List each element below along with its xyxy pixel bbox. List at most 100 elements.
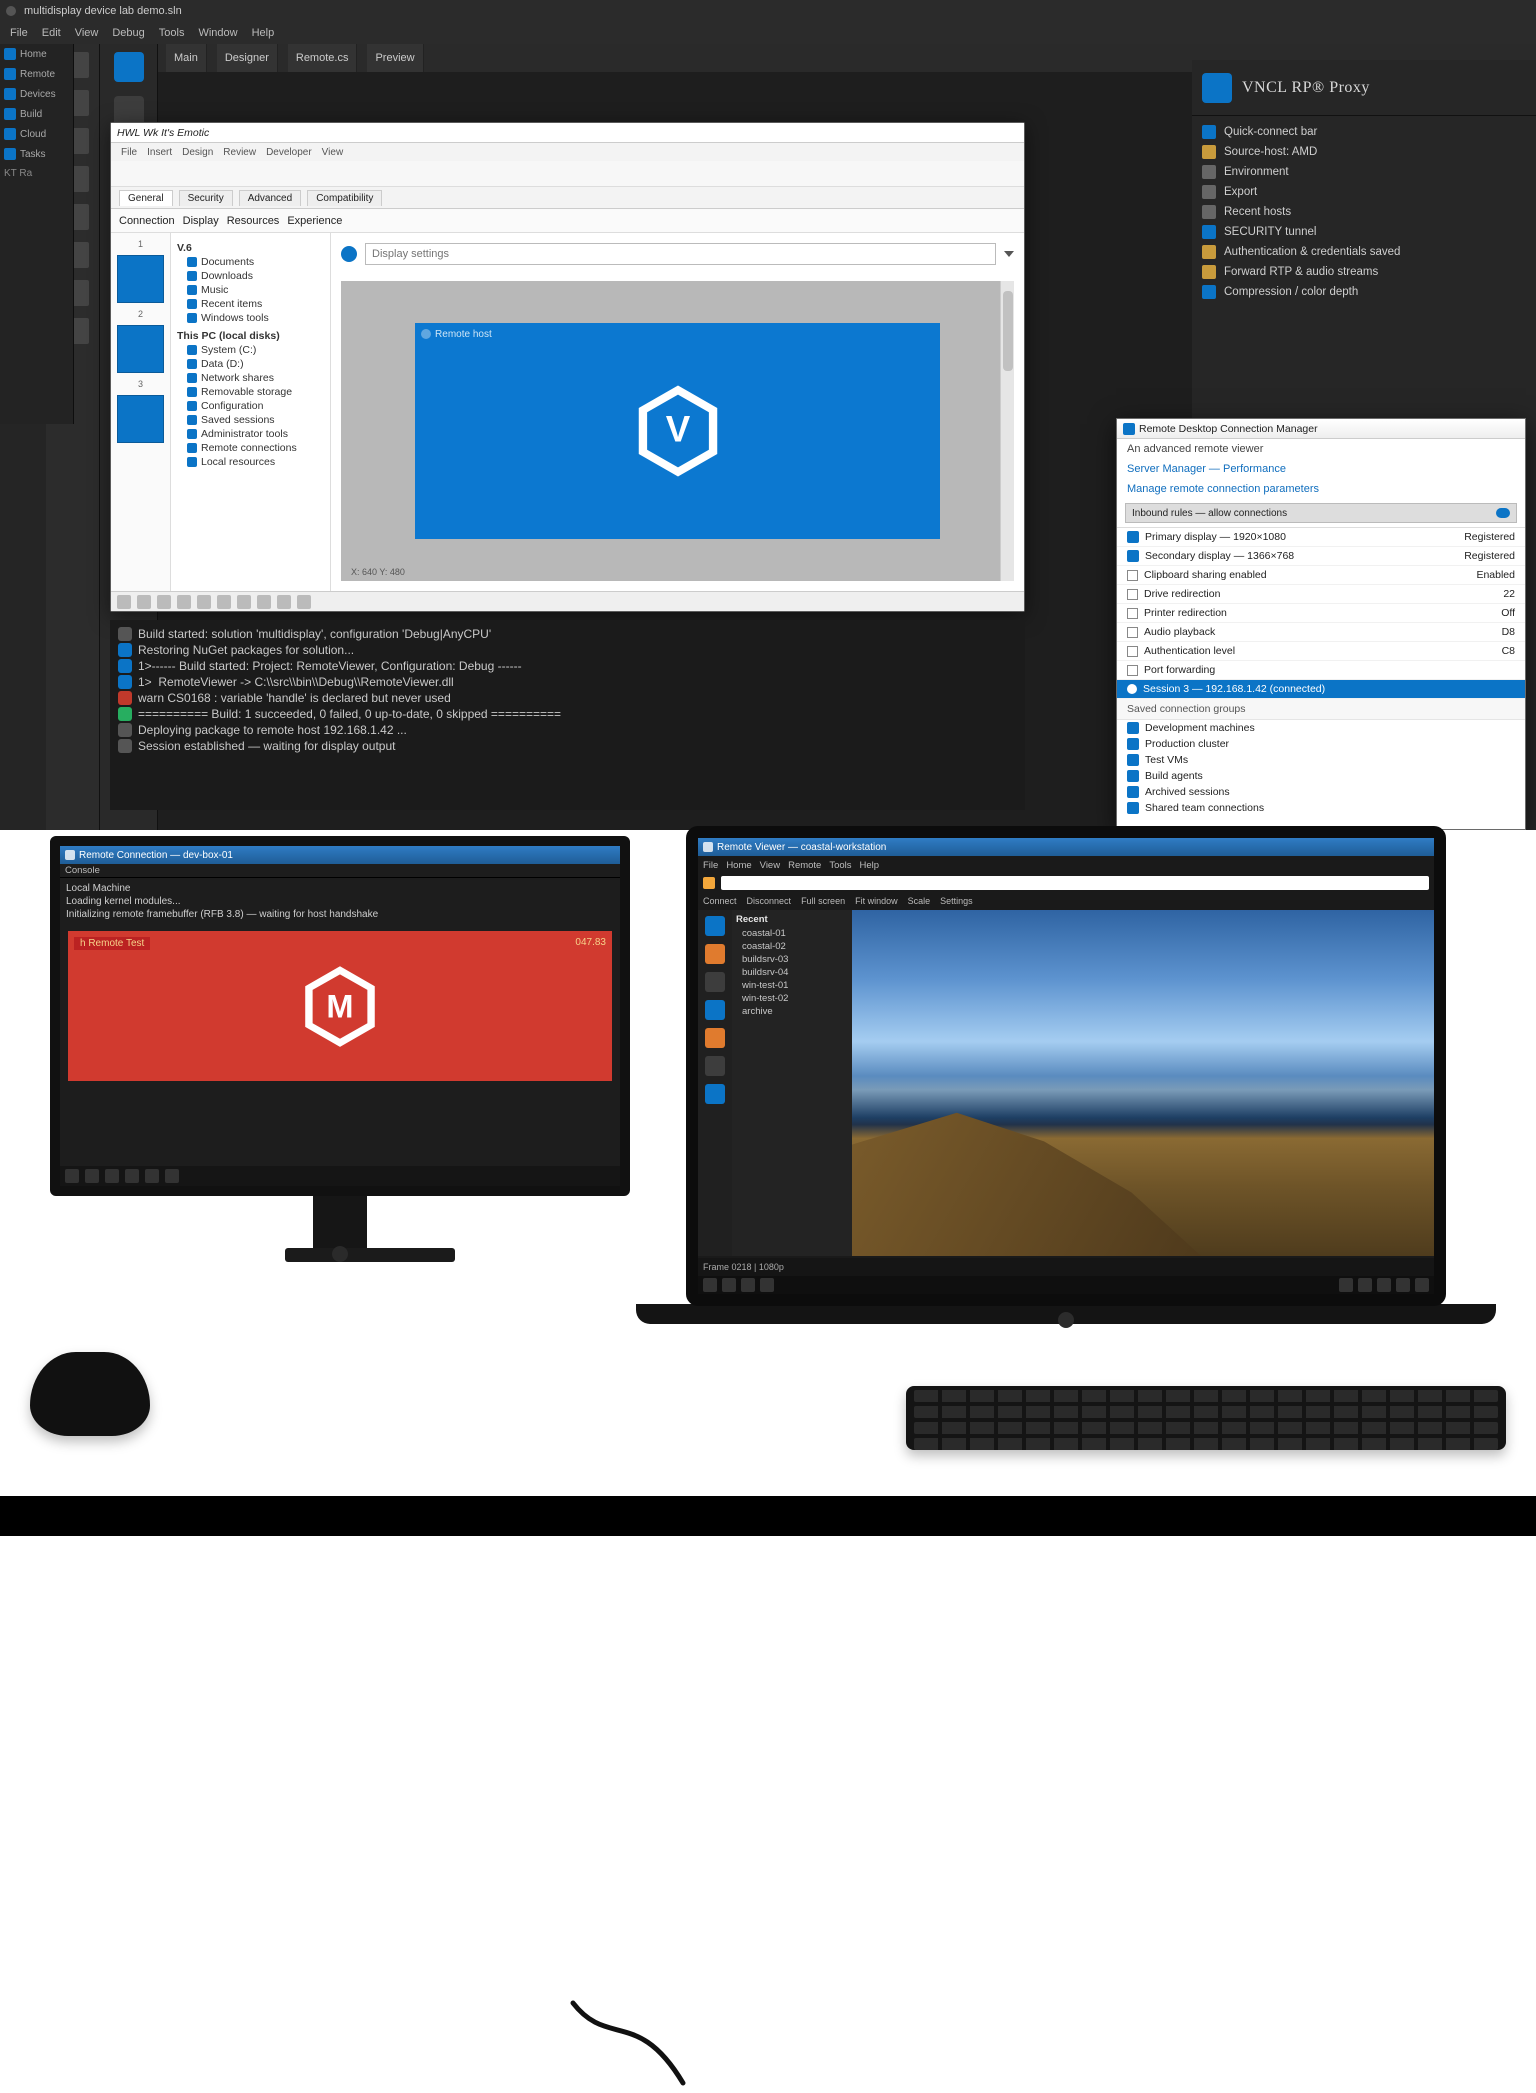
- table-row[interactable]: Audio playbackD8: [1117, 623, 1525, 642]
- tray-item[interactable]: [1358, 1278, 1372, 1292]
- laptop-titlebar[interactable]: Remote Viewer — coastal-workstation: [698, 838, 1434, 856]
- rdwin-subtitle2[interactable]: Server Manager — Performance: [1117, 459, 1525, 479]
- tree-item[interactable]: System (C:): [177, 343, 324, 357]
- filelist-item[interactable]: coastal-01: [736, 927, 848, 940]
- tab-designer[interactable]: Designer: [217, 44, 278, 72]
- menu-item[interactable]: Remote: [788, 860, 821, 871]
- tab-main[interactable]: Main: [166, 44, 207, 72]
- table-row[interactable]: Drive redirection22: [1117, 585, 1525, 604]
- taskbar-item[interactable]: [125, 1169, 139, 1183]
- filelist-item[interactable]: win-test-01: [736, 979, 848, 992]
- vnc-row[interactable]: Compression / color depth: [1196, 282, 1532, 302]
- tree-item[interactable]: Downloads: [177, 269, 324, 283]
- toolbar2-item[interactable]: Resources: [227, 215, 280, 227]
- taskbar-item[interactable]: [703, 1278, 717, 1292]
- laptop-screen[interactable]: Remote Viewer — coastal-workstation File…: [698, 838, 1434, 1294]
- laptop-urlbar[interactable]: [698, 874, 1434, 892]
- monitor-titlebar[interactable]: Remote Connection — dev-box-01: [60, 846, 620, 864]
- menu-tools[interactable]: Tools: [159, 27, 185, 39]
- table-row[interactable]: Primary display — 1920×1080Registered: [1117, 528, 1525, 547]
- ide-menubar[interactable]: File Edit View Debug Tools Window Help: [0, 22, 1536, 44]
- checkbox[interactable]: [1127, 627, 1138, 638]
- table-row[interactable]: Printer redirectionOff: [1117, 604, 1525, 623]
- vnc-row[interactable]: Source-host: AMD: [1196, 142, 1532, 162]
- menu-item[interactable]: Tools: [829, 860, 851, 871]
- ide-output-panel[interactable]: Build started: solution 'multidisplay', …: [110, 620, 1025, 810]
- vertical-scrollbar[interactable]: [1000, 281, 1014, 581]
- taskbar-item[interactable]: [165, 1169, 179, 1183]
- vnc-row[interactable]: Quick-connect bar: [1196, 122, 1532, 142]
- winapp-page-thumbs[interactable]: 1 2 3: [111, 233, 171, 591]
- ribbon-tab[interactable]: Insert: [147, 147, 172, 158]
- vnc-row[interactable]: Environment: [1196, 162, 1532, 182]
- status-icon[interactable]: [297, 595, 311, 609]
- status-icon[interactable]: [157, 595, 171, 609]
- toolbar2-item[interactable]: Connection: [119, 215, 175, 227]
- app-icon[interactable]: [705, 944, 725, 964]
- leftlist-item[interactable]: Build: [0, 104, 73, 124]
- taskbar-item[interactable]: [85, 1169, 99, 1183]
- menu-item[interactable]: Help: [860, 860, 880, 871]
- app-icon[interactable]: [114, 52, 144, 82]
- ribbon-tab[interactable]: View: [322, 147, 344, 158]
- vnc-row[interactable]: SECURITY tunnel: [1196, 222, 1532, 242]
- laptop-menubar[interactable]: File Home View Remote Tools Help: [698, 856, 1434, 874]
- monitor-taskbar[interactable]: [60, 1166, 620, 1186]
- table-row[interactable]: Clipboard sharing enabledEnabled: [1117, 566, 1525, 585]
- quick-tab[interactable]: Advanced: [239, 190, 301, 206]
- checkbox[interactable]: [1127, 608, 1138, 619]
- leftlist-item[interactable]: Cloud: [0, 124, 73, 144]
- ribbon-item[interactable]: Fit window: [855, 896, 898, 906]
- tree-item[interactable]: Remote connections: [177, 441, 324, 455]
- vnc-row[interactable]: Recent hosts: [1196, 202, 1532, 222]
- toolbar2-item[interactable]: Experience: [287, 215, 342, 227]
- ribbon-item[interactable]: Full screen: [801, 896, 845, 906]
- ribbon-tab[interactable]: Developer: [266, 147, 312, 158]
- taskbar-item[interactable]: [760, 1278, 774, 1292]
- vnc-row[interactable]: Export: [1196, 182, 1532, 202]
- ribbon-tab[interactable]: File: [121, 147, 137, 158]
- tree-item[interactable]: Windows tools: [177, 311, 324, 325]
- table-row[interactable]: Authentication levelC8: [1117, 642, 1525, 661]
- laptop-taskbar[interactable]: [698, 1276, 1434, 1294]
- checkbox[interactable]: [1127, 665, 1138, 676]
- menu-item[interactable]: Home: [726, 860, 751, 871]
- monitor-screen[interactable]: Remote Connection — dev-box-01 Console L…: [60, 846, 620, 1186]
- tree-item[interactable]: Data (D:): [177, 357, 324, 371]
- laptop-filelist[interactable]: Recent coastal-01 coastal-02 buildsrv-03…: [732, 910, 852, 1256]
- checkbox[interactable]: [1127, 646, 1138, 657]
- winapp-preview[interactable]: Remote host V X: 640 Y: 480: [341, 281, 1014, 581]
- tree-item[interactable]: Removable storage: [177, 385, 324, 399]
- toolbar2-item[interactable]: Display: [183, 215, 219, 227]
- laptop-iconcol[interactable]: [698, 910, 732, 1256]
- winapp-toolbar2[interactable]: Connection Display Resources Experience: [111, 209, 1024, 233]
- taskbar-item[interactable]: [65, 1169, 79, 1183]
- chevron-down-icon[interactable]: [1004, 251, 1014, 257]
- laptop-viewport[interactable]: [852, 910, 1434, 1256]
- menu-edit[interactable]: Edit: [42, 27, 61, 39]
- ide-titlebar[interactable]: multidisplay device lab demo.sln: [0, 0, 1536, 22]
- status-icon[interactable]: [217, 595, 231, 609]
- menu-file[interactable]: File: [10, 27, 28, 39]
- table-row-active[interactable]: Session 3 — 192.168.1.42 (connected): [1117, 680, 1525, 699]
- tree-item[interactable]: Saved sessions: [177, 413, 324, 427]
- tree-item[interactable]: Recent items: [177, 297, 324, 311]
- leftlist-item[interactable]: Remote: [0, 64, 73, 84]
- filelist-item[interactable]: buildsrv-04: [736, 966, 848, 979]
- status-icon[interactable]: [257, 595, 271, 609]
- ribbon-item[interactable]: Settings: [940, 896, 973, 906]
- scrollbar-thumb[interactable]: [1003, 291, 1013, 371]
- vnc-row[interactable]: Authentication & credentials saved: [1196, 242, 1532, 262]
- tree-item[interactable]: Configuration: [177, 399, 324, 413]
- rdwin-selector[interactable]: Inbound rules — allow connections: [1125, 503, 1517, 523]
- status-icon[interactable]: [137, 595, 151, 609]
- winapp-ribbon-tabs[interactable]: File Insert Design Review Developer View: [111, 143, 1024, 161]
- app-icon[interactable]: [705, 1028, 725, 1048]
- rdwin-subitem[interactable]: Shared team connections: [1117, 800, 1525, 816]
- app-icon[interactable]: [705, 1084, 725, 1104]
- rdwin-subitem[interactable]: Development machines: [1117, 720, 1525, 736]
- winapp-ribbon[interactable]: [111, 161, 1024, 187]
- rdwin-subitem[interactable]: Archived sessions: [1117, 784, 1525, 800]
- ribbon-item[interactable]: Connect: [703, 896, 737, 906]
- rdwin-title[interactable]: Remote Desktop Connection Manager: [1117, 419, 1525, 439]
